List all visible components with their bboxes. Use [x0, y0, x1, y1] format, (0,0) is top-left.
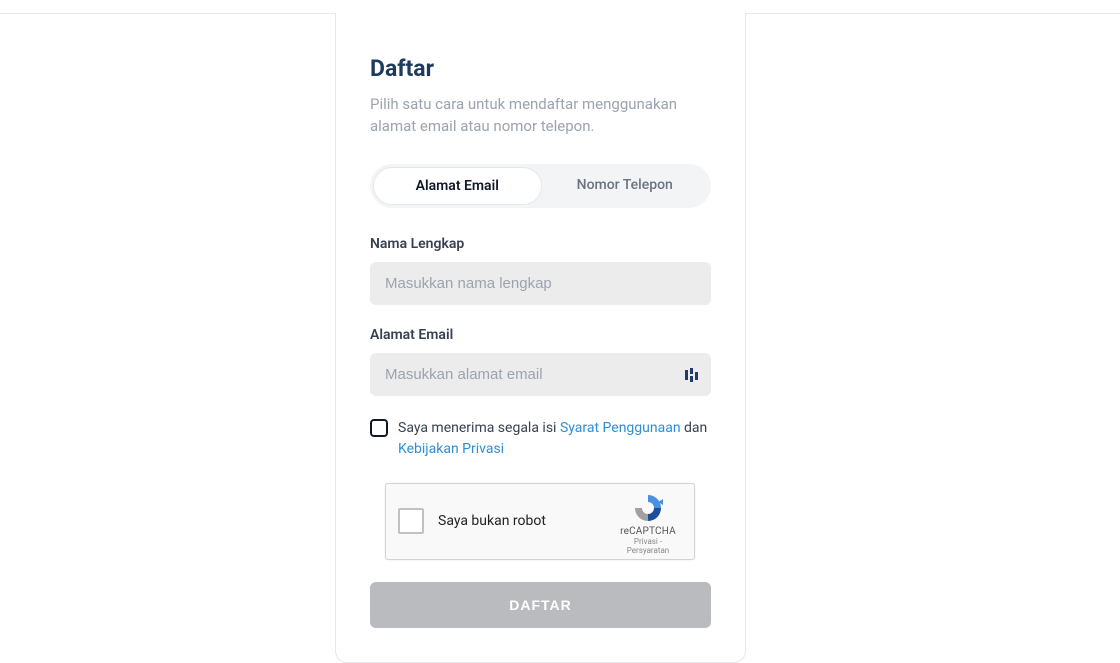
recaptcha-label: Saya bukan robot [438, 513, 546, 529]
terms-link[interactable]: Syarat Penggunaan [560, 420, 681, 436]
recaptcha-brand: reCAPTCHA [612, 526, 684, 537]
consent-row: Saya menerima segala isi Syarat Pengguna… [370, 418, 711, 461]
consent-prefix: Saya menerima segala isi [398, 420, 560, 436]
tab-phone[interactable]: Nomor Telepon [542, 167, 709, 205]
page-subtitle: Pilih satu cara untuk mendaftar mengguna… [370, 94, 711, 138]
recaptcha-widget: Saya bukan robot reCAPTCHA Privasi - Per… [385, 483, 695, 560]
consent-middle: dan [681, 420, 708, 436]
recaptcha-icon [632, 492, 664, 524]
email-label: Alamat Email [370, 327, 711, 343]
name-input[interactable] [370, 262, 711, 305]
recaptcha-branding: reCAPTCHA Privasi - Persyaratan [612, 492, 684, 555]
email-input-wrap [370, 353, 711, 396]
privacy-link[interactable]: Kebijakan Privasi [398, 441, 504, 457]
name-input-wrap [370, 262, 711, 305]
recaptcha-terms[interactable]: Privasi - Persyaratan [612, 537, 684, 555]
signup-method-tabs: Alamat Email Nomor Telepon [370, 164, 711, 208]
tab-email[interactable]: Alamat Email [373, 167, 542, 205]
consent-text: Saya menerima segala isi Syarat Pengguna… [398, 418, 711, 461]
page-title: Daftar [370, 55, 711, 82]
signup-card: Daftar Pilih satu cara untuk mendaftar m… [335, 13, 746, 663]
email-input[interactable] [370, 353, 711, 396]
name-label: Nama Lengkap [370, 236, 711, 252]
consent-checkbox[interactable] [370, 419, 388, 437]
submit-button[interactable]: DAFTAR [370, 582, 711, 628]
password-manager-icon[interactable] [685, 367, 699, 381]
recaptcha-checkbox[interactable] [398, 508, 424, 534]
